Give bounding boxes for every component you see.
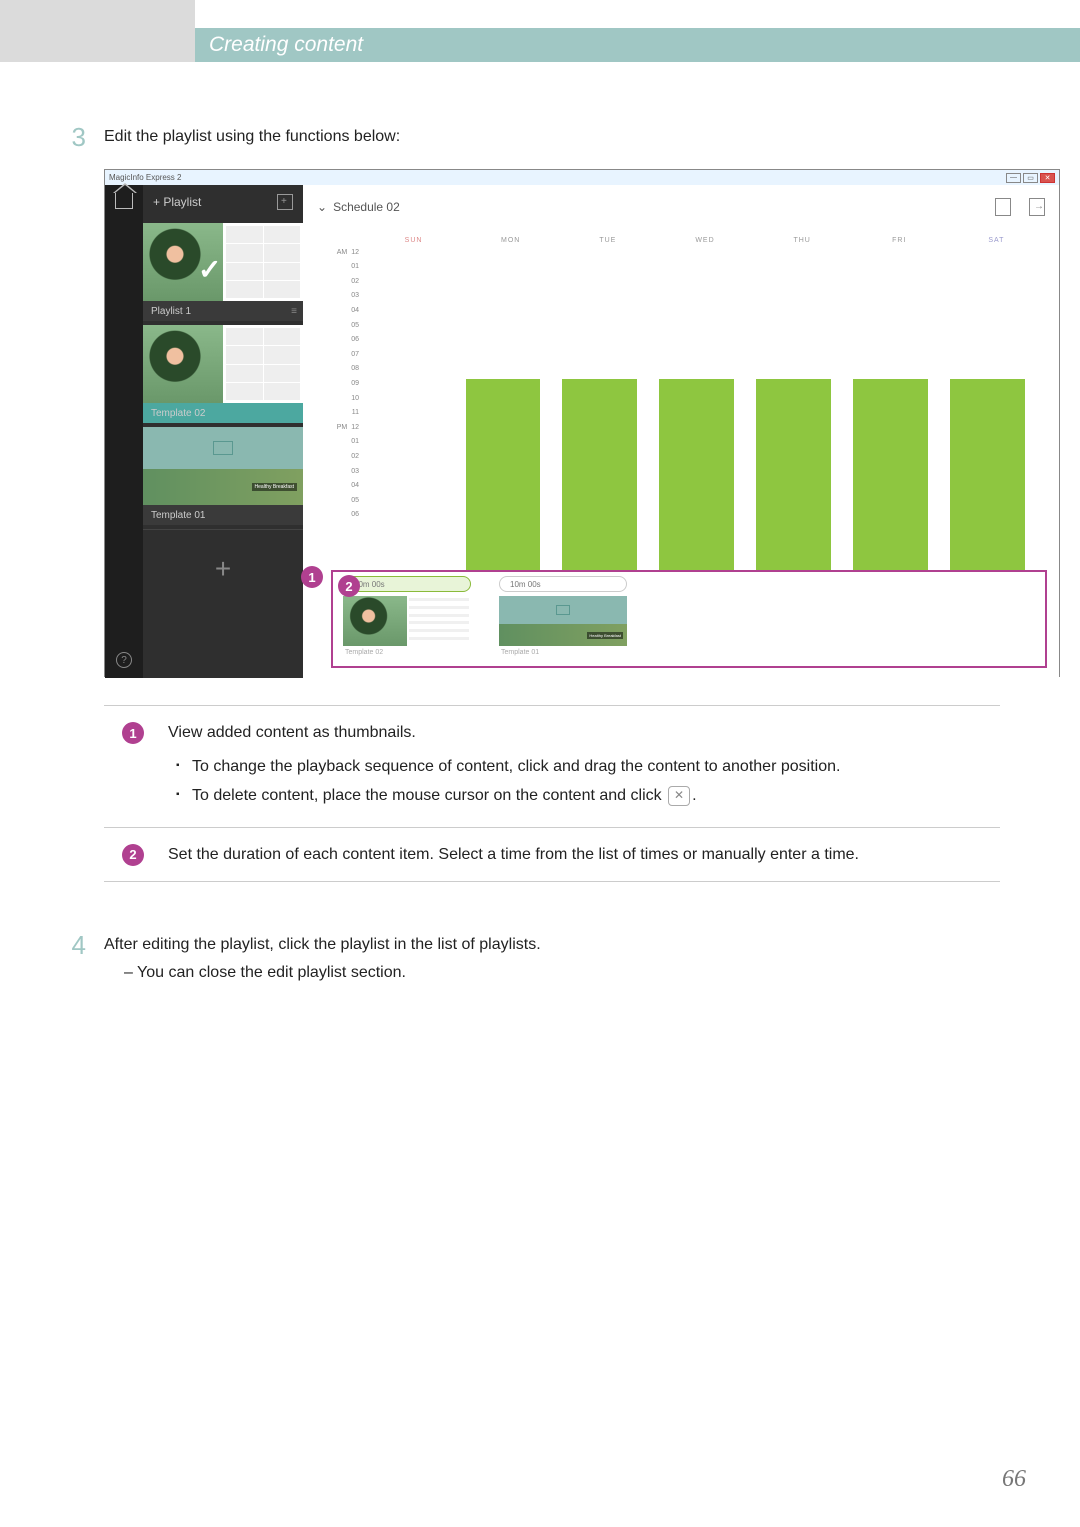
close-icon: ✕: [668, 786, 690, 806]
day-header: WED: [656, 231, 753, 251]
thumb-label: Template 02: [151, 408, 205, 419]
thumb-label: Template 01: [151, 510, 205, 521]
playlist-thumb-1[interactable]: ✓ Playlist 1 ≡: [143, 223, 303, 321]
close-button[interactable]: ✕: [1040, 173, 1055, 183]
schedule-block[interactable]: [659, 379, 734, 570]
legend-intro: View added content as thumbnails.: [168, 720, 1000, 746]
window-titlebar: MagicInfo Express 2 — ▭ ✕: [105, 170, 1059, 185]
playlist-thumb-2[interactable]: Template 02: [143, 325, 303, 423]
legend-table: 1 View added content as thumbnails. To c…: [104, 705, 1000, 882]
page-number: 66: [1002, 1466, 1026, 1493]
rect-icon: [556, 605, 570, 615]
section-header: Creating content: [195, 28, 1080, 62]
schedule-block[interactable]: [756, 379, 831, 570]
legend-bullet: To change the playback sequence of conte…: [168, 754, 1000, 780]
step-4: 4 After editing the playlist, click the …: [68, 930, 1000, 982]
step-text: After editing the playlist, click the pl…: [104, 936, 1000, 954]
day-header: SUN: [365, 231, 462, 251]
rect-icon: [213, 441, 233, 455]
help-icon[interactable]: ?: [116, 652, 132, 668]
editor-item[interactable]: 10m 00s Template 02: [343, 576, 471, 656]
window-title: MagicInfo Express 2: [109, 173, 181, 182]
duration-input[interactable]: 10m 00s: [343, 576, 471, 592]
step-number: 3: [68, 122, 86, 153]
step-subtext: – You can close the edit playlist sectio…: [124, 964, 1000, 982]
schedule-block[interactable]: [853, 379, 928, 570]
legend-bullet: To delete content, place the mouse curso…: [168, 783, 1000, 809]
add-playlist-button[interactable]: + Playlist: [153, 195, 201, 209]
schedule-panel: ⌄ Schedule 02 AM12 01 02 03: [303, 185, 1059, 678]
day-header: THU: [754, 231, 851, 251]
step-number: 4: [68, 930, 86, 982]
editor-caption: Template 02: [343, 649, 471, 656]
maximize-button[interactable]: ▭: [1023, 173, 1038, 183]
add-tile-button[interactable]: +: [143, 529, 303, 607]
app-screenshot: MagicInfo Express 2 — ▭ ✕ ? + Playlist: [104, 169, 1060, 677]
document-icon[interactable]: [995, 198, 1011, 216]
time-axis: AM12 01 02 03 04 05 06 07 08 09 10 11 PM…: [317, 231, 365, 570]
calendar-icon[interactable]: [277, 194, 293, 210]
page-margin-block: [0, 0, 195, 62]
day-header: SAT: [948, 231, 1045, 251]
playlist-editor: 10m 00s Template 02 10m 00s Healthy Brea…: [331, 570, 1047, 668]
day-header: TUE: [559, 231, 656, 251]
thumb-badge: Healthy Breakfast: [587, 632, 623, 639]
callout-2: 2: [338, 575, 360, 597]
step-text: Edit the playlist using the functions be…: [104, 122, 1000, 153]
thumb-badge: Healthy Breakfast: [252, 483, 297, 491]
legend-badge: 1: [122, 722, 144, 744]
minimize-button[interactable]: —: [1006, 173, 1021, 183]
schedule-block[interactable]: [950, 379, 1025, 570]
editor-caption: Template 01: [499, 649, 627, 656]
step-3: 3 Edit the playlist using the functions …: [68, 122, 1000, 153]
editor-item[interactable]: 10m 00s Healthy Breakfast Template 01: [499, 576, 627, 656]
legend-text: Set the duration of each content item. S…: [168, 842, 1000, 868]
checkmark-icon: ✓: [198, 253, 221, 286]
thumb-label: Playlist 1: [151, 306, 191, 317]
day-header: FRI: [851, 231, 948, 251]
callout-1: 1: [301, 566, 323, 588]
legend-badge: 2: [122, 844, 144, 866]
day-header: MON: [462, 231, 559, 251]
playlist-thumb-3[interactable]: Healthy Breakfast Template 01: [143, 427, 303, 525]
export-icon[interactable]: [1029, 198, 1045, 216]
schedule-block[interactable]: [562, 379, 637, 570]
schedule-dropdown[interactable]: ⌄ Schedule 02: [317, 200, 400, 214]
chevron-down-icon: ⌄: [317, 200, 327, 214]
menu-icon[interactable]: ≡: [291, 306, 295, 317]
schedule-title: Schedule 02: [333, 200, 400, 214]
schedule-block[interactable]: [466, 379, 541, 570]
duration-input[interactable]: 10m 00s: [499, 576, 627, 592]
sidebar: ? + Playlist ✓ Playlist 1 ≡ Template 02: [105, 185, 303, 678]
home-icon[interactable]: [115, 193, 133, 209]
